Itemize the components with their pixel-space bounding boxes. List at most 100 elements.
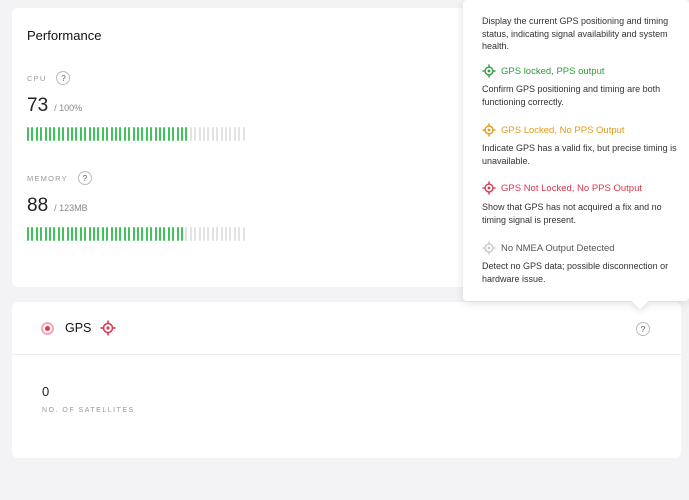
gps-card: GPS ? 0 NO. OF SATELLITES bbox=[12, 302, 681, 458]
bar-tick bbox=[150, 227, 153, 241]
bar-tick bbox=[119, 227, 122, 241]
bar-tick bbox=[93, 127, 95, 141]
bar-tick bbox=[106, 127, 109, 141]
memory-value: 88 bbox=[27, 195, 49, 216]
bar-tick bbox=[176, 127, 179, 141]
bar-tick bbox=[128, 227, 131, 241]
tooltip-status-desc: Confirm GPS positioning and timing are b… bbox=[482, 84, 661, 107]
bar-tick bbox=[203, 127, 205, 141]
bar-tick bbox=[110, 127, 113, 141]
memory-value-row: 88 / 123MB bbox=[27, 195, 88, 217]
bar-tick bbox=[123, 127, 126, 141]
bar-tick bbox=[181, 227, 183, 241]
bar-tick bbox=[31, 127, 34, 141]
bar-tick bbox=[225, 227, 227, 241]
bar-tick bbox=[88, 127, 91, 141]
bar-tick bbox=[211, 227, 214, 241]
bar-tick bbox=[27, 227, 29, 241]
tooltip-status-no-nmea: No NMEA Output Detected bbox=[482, 241, 615, 255]
crosshair-icon bbox=[482, 123, 496, 137]
bar-tick bbox=[167, 127, 170, 141]
cpu-max: / 100% bbox=[54, 103, 83, 113]
bar-tick bbox=[233, 127, 236, 141]
bar-tick bbox=[225, 127, 227, 141]
bar-tick bbox=[211, 127, 214, 141]
bar-tick bbox=[101, 127, 104, 141]
crosshair-icon bbox=[482, 64, 496, 78]
gps-status-dot bbox=[41, 322, 54, 335]
bar-tick bbox=[128, 127, 131, 141]
bar-tick bbox=[88, 227, 91, 241]
bar-tick bbox=[185, 127, 188, 141]
bar-tick bbox=[141, 227, 144, 241]
bar-tick bbox=[31, 227, 34, 241]
bar-tick bbox=[189, 127, 192, 141]
bar-tick bbox=[132, 127, 135, 141]
crosshair-icon bbox=[482, 241, 496, 255]
bar-tick bbox=[97, 127, 100, 141]
bar-tick bbox=[75, 227, 78, 241]
memory-help-icon[interactable]: ? bbox=[77, 171, 92, 185]
satellites-value: 0 bbox=[42, 384, 50, 399]
bar-tick bbox=[49, 227, 51, 241]
bar-tick bbox=[229, 127, 232, 141]
tooltip-status-locked-no-pps: GPS Locked, No PPS Output bbox=[482, 123, 625, 137]
bar-tick bbox=[123, 227, 126, 241]
cpu-label-row: CPU ? bbox=[27, 71, 71, 85]
bar-tick bbox=[106, 227, 109, 241]
bar-tick bbox=[137, 127, 139, 141]
bar-tick bbox=[84, 227, 87, 241]
gps-header: GPS ? bbox=[12, 302, 681, 355]
bar-tick bbox=[101, 227, 104, 241]
bar-tick bbox=[185, 227, 188, 241]
bar-tick bbox=[159, 227, 161, 241]
bar-tick bbox=[194, 227, 197, 241]
bar-tick bbox=[40, 227, 43, 241]
bar-tick bbox=[44, 227, 47, 241]
bar-tick bbox=[62, 127, 65, 141]
bar-tick bbox=[194, 127, 197, 141]
bar-tick bbox=[141, 127, 144, 141]
bar-tick bbox=[93, 227, 95, 241]
tooltip-status-not-locked: GPS Not Locked, No PPS Output bbox=[482, 181, 642, 195]
bar-tick bbox=[242, 227, 245, 241]
bar-tick bbox=[44, 127, 47, 141]
tooltip-status-label: GPS Not Locked, No PPS Output bbox=[501, 182, 642, 194]
tooltip-intro: Display the current GPS positioning and … bbox=[482, 16, 669, 51]
bar-tick bbox=[115, 127, 117, 141]
cpu-help-icon[interactable]: ? bbox=[56, 71, 71, 85]
bar-tick bbox=[132, 227, 135, 241]
bar-tick bbox=[49, 127, 51, 141]
bar-tick bbox=[40, 127, 43, 141]
bar-tick bbox=[115, 227, 117, 241]
bar-tick bbox=[75, 127, 78, 141]
bar-tick bbox=[71, 127, 73, 141]
bar-tick bbox=[66, 227, 69, 241]
bar-tick bbox=[159, 127, 161, 141]
bar-tick bbox=[145, 127, 148, 141]
gps-title: GPS bbox=[65, 321, 92, 335]
bar-tick bbox=[233, 227, 236, 241]
gps-help-icon[interactable]: ? bbox=[636, 322, 650, 336]
cpu-value: 73 bbox=[27, 95, 49, 116]
bar-tick bbox=[154, 227, 157, 241]
bar-tick bbox=[181, 127, 183, 141]
bar-tick bbox=[172, 227, 175, 241]
tooltip-status-label: GPS Locked, No PPS Output bbox=[501, 124, 625, 136]
bar-tick bbox=[53, 227, 56, 241]
bar-tick bbox=[57, 227, 60, 241]
bar-tick bbox=[62, 227, 65, 241]
bar-tick bbox=[57, 127, 60, 141]
memory-label-row: MEMORY ? bbox=[27, 171, 92, 185]
bar-tick bbox=[238, 127, 241, 141]
bar-tick bbox=[207, 227, 210, 241]
bar-tick bbox=[163, 227, 166, 241]
gps-crosshair-icon bbox=[100, 320, 116, 341]
bar-tick bbox=[150, 127, 153, 141]
bar-tick bbox=[216, 227, 219, 241]
bar-tick bbox=[145, 227, 148, 241]
bar-tick bbox=[167, 227, 170, 241]
bar-tick bbox=[66, 127, 69, 141]
bar-tick bbox=[203, 227, 205, 241]
bar-tick bbox=[84, 127, 87, 141]
